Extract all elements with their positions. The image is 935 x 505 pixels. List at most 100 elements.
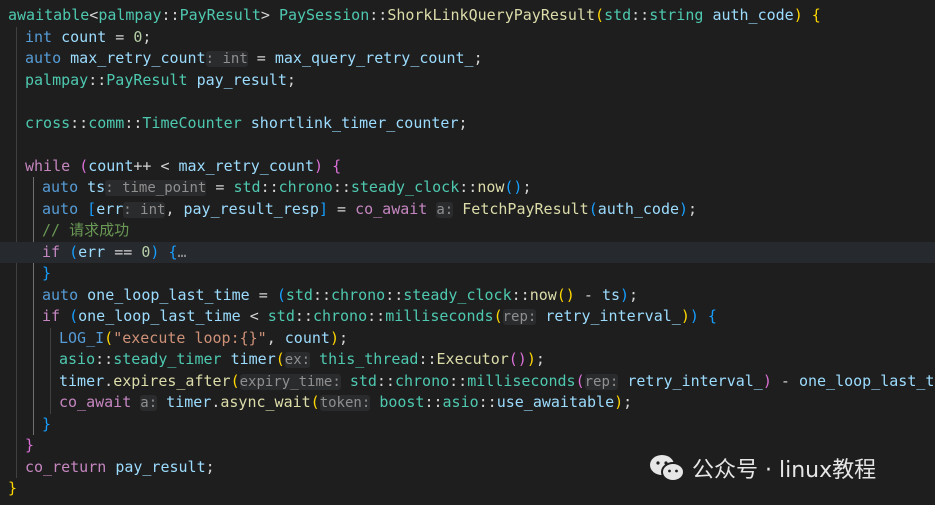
code-token: ) (620, 285, 630, 304)
code-token: err (78, 242, 106, 261)
code-line[interactable]: if (one_loop_last_time < std::chrono::mi… (0, 306, 935, 327)
code-token: timer (230, 350, 276, 368)
code-token: retry_interval_ (545, 307, 681, 325)
code-token: while (25, 156, 71, 175)
code-line[interactable] (0, 134, 935, 155)
code-line[interactable]: LOG_I("execute loop:{}", count); (0, 328, 935, 349)
code-token: co_await (59, 393, 132, 411)
code-token: comm (88, 113, 125, 132)
code-token: ) (679, 199, 689, 218)
code-token: ( (595, 6, 605, 24)
code-token: ( (310, 393, 320, 411)
watermark-text: 公众号 · linux教程 (692, 458, 877, 483)
code-token: one_loop_last_time (798, 371, 935, 390)
code-line[interactable]: palmpay::PayResult pay_result; (0, 70, 935, 91)
code-token: > (260, 6, 279, 24)
code-token: { (811, 6, 821, 24)
code-token: ( (588, 199, 598, 218)
code-line[interactable]: co_await a: timer.async_wait(token: boos… (0, 392, 935, 413)
code-token: max_query_retry_count_ (274, 49, 474, 67)
code-token: ts (87, 178, 106, 196)
code-token: milliseconds (467, 371, 576, 390)
code-line[interactable]: int count = 0; (0, 27, 935, 48)
code-token: steady_clock (350, 178, 460, 196)
code-token: timer (59, 371, 105, 390)
inlay-hint: : int (205, 51, 248, 67)
code-token: . (211, 393, 221, 411)
code-token: PayResult (106, 70, 188, 89)
code-line[interactable]: auto ts: time_point = std::chrono::stead… (0, 177, 935, 198)
code-token: std (233, 178, 261, 196)
inlay-hint: ex: (284, 352, 311, 368)
code-token: } (25, 436, 35, 454)
code-line-current[interactable]: if (err == 0) {… (0, 241, 935, 263)
code-token: { (332, 156, 342, 175)
code-token: asio (442, 393, 479, 411)
code-token: :: (70, 113, 89, 132)
code-token: ( (230, 371, 240, 390)
code-token: milliseconds (385, 307, 494, 325)
code-editor[interactable]: awaitable<palmpay::PayResult> PaySession… (0, 0, 935, 505)
code-token: ; (688, 199, 698, 218)
code-token: ++ < (133, 156, 179, 175)
code-token: . (104, 371, 114, 390)
code-token: , (266, 328, 285, 347)
code-token: awaitable (8, 6, 90, 24)
code-line[interactable]: asio::steady_timer timer(ex: this_thread… (0, 349, 935, 370)
code-line[interactable]: } (0, 263, 935, 284)
code-line[interactable]: // 请求成功 (0, 220, 935, 241)
code-token: std (349, 371, 377, 390)
code-token: steady_timer (113, 350, 222, 368)
code-line[interactable]: cross::comm::TimeCounter shortlink_timer… (0, 113, 935, 134)
code-token: err (96, 199, 124, 218)
code-comment: // 请求成功 (42, 221, 130, 239)
code-line[interactable]: auto one_loop_last_time = (std::chrono::… (0, 285, 935, 306)
code-line[interactable]: awaitable<palmpay::PayResult> PaySession… (0, 5, 935, 26)
code-line[interactable]: } (0, 414, 935, 435)
code-token: :: (332, 178, 351, 196)
code-line[interactable] (0, 91, 935, 112)
inlay-hint: token: (319, 395, 371, 411)
code-token: auth_code (597, 199, 680, 218)
code-token: now (477, 178, 505, 196)
code-token: int (25, 27, 53, 46)
code-token: Executor (436, 350, 509, 368)
inlay-hint: a: (140, 395, 158, 411)
code-token: max_retry_count (70, 49, 206, 67)
code-token: () (508, 350, 527, 368)
code-token: [ (87, 199, 97, 218)
code-line[interactable]: timer.expires_after(expiry_time: std::ch… (0, 371, 935, 392)
code-token: pay_result (115, 457, 206, 476)
code-token: ] (318, 199, 328, 218)
code-token: :: (124, 113, 143, 132)
code-token: one_loop_last_time (87, 285, 250, 304)
code-token: :: (418, 350, 437, 368)
inlay-hint: expiry_time: (239, 373, 341, 390)
code-token: < (89, 6, 99, 24)
code-line[interactable]: while (count++ < max_retry_count) { (0, 156, 935, 177)
code-token: LOG_I (59, 328, 105, 347)
code-line[interactable]: auto [err: int, pay_result_resp] = co_aw… (0, 199, 935, 220)
code-line[interactable]: auto max_retry_count: int = max_query_re… (0, 48, 935, 69)
code-token: = (206, 178, 234, 196)
code-token: ) (526, 350, 536, 368)
code-token: :: (161, 6, 180, 24)
code-token: co_await (355, 199, 428, 218)
code-token: ) (614, 393, 624, 411)
code-token: () (556, 285, 575, 304)
code-token: ( (493, 307, 503, 325)
code-token: ) (762, 371, 772, 390)
code-token: ) (689, 307, 699, 325)
code-token: ( (275, 350, 285, 368)
code-token: } (8, 479, 18, 497)
code-token: ; (286, 70, 296, 89)
fold-ellipsis[interactable]: … (177, 243, 186, 261)
